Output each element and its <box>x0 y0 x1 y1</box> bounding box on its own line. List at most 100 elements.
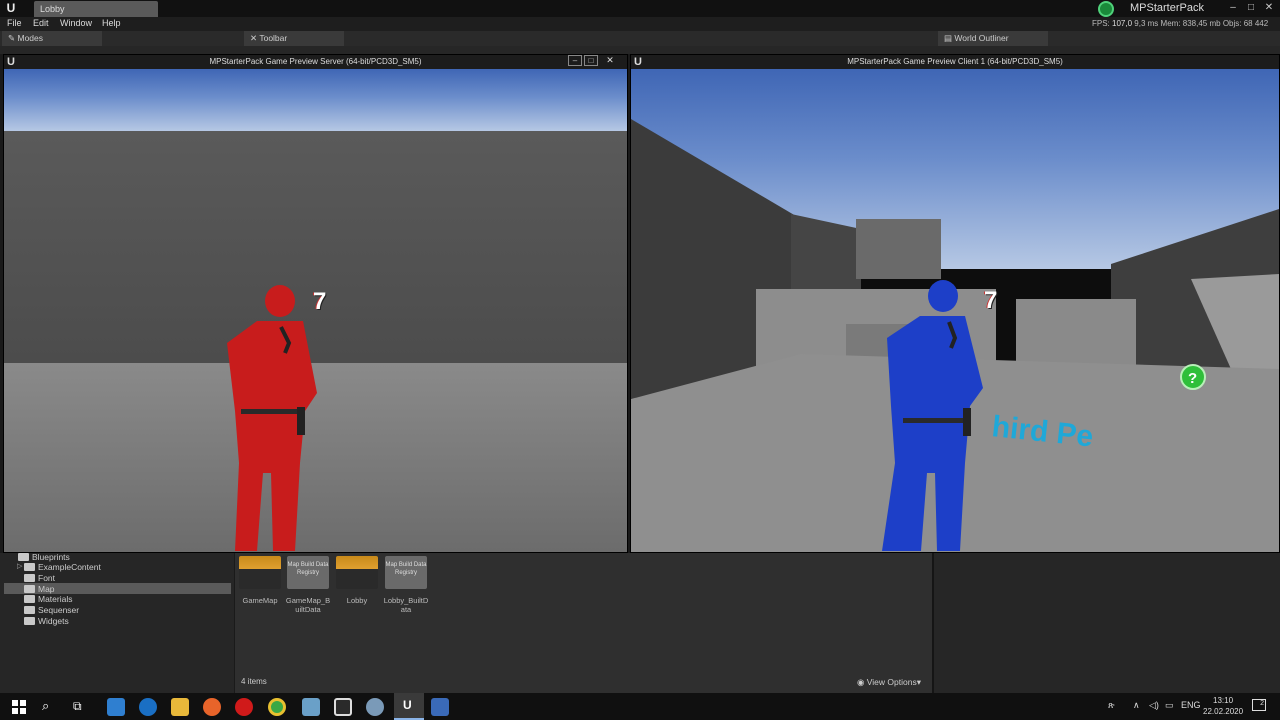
asset-gamemap-name: GameMap <box>242 596 278 605</box>
folder-icon <box>24 595 35 603</box>
client-character <box>882 280 983 551</box>
folder-sequenser-label: Sequenser <box>38 605 80 615</box>
mem-value: 838,45 mb <box>1182 19 1221 28</box>
notification-icon[interactable]: 2 <box>1252 699 1266 711</box>
windows-start-icon[interactable] <box>12 700 26 714</box>
project-icon <box>1098 1 1114 17</box>
file-explorer-icon[interactable] <box>171 698 189 716</box>
minimize-icon[interactable]: – <box>1224 0 1242 16</box>
windows-taskbar <box>0 693 1280 720</box>
asset-lobby-builtdata-thumbnail[interactable]: Map Build Data Registry <box>385 556 427 589</box>
folder-materials[interactable]: Materials <box>24 594 72 604</box>
level-tab-label: Lobby <box>40 4 65 14</box>
server-character <box>227 285 317 551</box>
language-indicator[interactable]: ENG <box>1181 700 1201 710</box>
asset-lobby-name: Lobby <box>346 596 368 605</box>
firefox-icon[interactable] <box>203 698 221 716</box>
menu-help[interactable]: Help <box>102 18 121 28</box>
folder-map-label: Map <box>38 584 55 594</box>
volume-icon[interactable]: ◁) <box>1149 700 1159 711</box>
task-view-icon[interactable]: ⧉ <box>73 699 82 714</box>
app-icon-1[interactable] <box>107 698 125 716</box>
folder-font-label: Font <box>38 573 56 583</box>
display-icon[interactable]: ▭ <box>1165 700 1174 711</box>
folder-blueprints-label: Blueprints <box>32 552 70 562</box>
client-character-gun <box>963 408 971 436</box>
close-icon[interactable]: ✕ <box>1260 0 1278 16</box>
client-window-title: MPStarterPack Game Preview Client 1 (64-… <box>631 55 1279 69</box>
asset-gamemap-builtdata-thumb-label: Map Build Data Registry <box>287 562 329 576</box>
folder-examplecontent[interactable]: ExampleContent <box>24 562 101 572</box>
folder-map[interactable]: Map <box>24 584 55 594</box>
client-ammo-counter: 7 <box>984 287 998 314</box>
asset-lobby-thumbnail[interactable] <box>336 556 378 589</box>
title-bar <box>0 0 1280 17</box>
search-icon[interactable]: ⌕ <box>42 698 49 714</box>
asset-gamemap-builtdata-name: GameMap_BuiltData <box>285 596 331 614</box>
clock-time[interactable]: 13:10 <box>1213 696 1233 705</box>
tray-up-icon[interactable]: ∧ <box>1133 700 1140 711</box>
help-marker-glyph: ? <box>1188 370 1197 387</box>
folder-icon <box>24 563 35 571</box>
menu-bar <box>0 17 1280 31</box>
unreal-logo-icon[interactable]: U <box>2 1 20 16</box>
performance-stats: FPS: 107,0 9,3 ms Mem: 838,45 mb Objs: 6… <box>1092 19 1268 28</box>
app-icon-3[interactable] <box>334 698 352 716</box>
folder-icon <box>24 617 35 625</box>
client-character-head <box>928 280 958 312</box>
view-options-button[interactable]: ◉ View Options▾ <box>857 677 921 688</box>
tab-modes-label: Modes <box>17 33 43 43</box>
tab-world-outliner[interactable]: ▤ World Outliner <box>938 31 1048 46</box>
mem-label: Mem: <box>1160 19 1181 28</box>
menu-edit[interactable]: Edit <box>33 18 49 28</box>
unreal-taskbar-button[interactable]: U <box>394 693 424 720</box>
item-count: 4 items <box>241 677 267 686</box>
server-sky <box>4 69 627 131</box>
app-icon-2[interactable] <box>302 698 320 716</box>
details-panel <box>932 553 1280 693</box>
toolbar-icon: ✕ <box>250 33 260 43</box>
server-character-body <box>227 321 317 551</box>
asset-gamemap-builtdata-thumbnail[interactable]: Map Build Data Registry <box>287 556 329 589</box>
folder-sequenser[interactable]: Sequenser <box>24 605 79 615</box>
tab-modes[interactable]: ✎ Modes <box>2 31 102 46</box>
folder-font[interactable]: Font <box>24 573 55 583</box>
network-user-icon[interactable]: ጽ <box>1108 700 1115 711</box>
eye-icon: ◉ <box>857 677 867 687</box>
clock-date[interactable]: 22.02.2020 <box>1203 707 1243 716</box>
folder-icon <box>24 585 35 593</box>
client-unreal-icon: U <box>634 56 642 68</box>
asset-gamemap-thumbnail[interactable] <box>239 556 281 589</box>
maximize-icon[interactable]: □ <box>1242 0 1260 16</box>
server-maximize-icon[interactable]: □ <box>584 55 598 66</box>
fps-label: FPS: <box>1092 19 1110 28</box>
server-unreal-icon: U <box>7 56 15 68</box>
server-close-icon[interactable]: ✕ <box>602 55 618 66</box>
edge-icon[interactable] <box>139 698 157 716</box>
asset-lobby-builtdata-name: Lobby_BuiltData <box>383 596 429 614</box>
server-character-head <box>265 285 295 317</box>
tab-toolbar[interactable]: ✕ Toolbar <box>244 31 344 46</box>
folder-icon <box>24 574 35 582</box>
folder-icon <box>24 606 35 614</box>
asset-lobby-builtdata-thumb-label: Map Build Data Registry <box>385 562 427 576</box>
menu-file[interactable]: File <box>7 18 22 28</box>
notification-count: 2 <box>1260 700 1264 707</box>
folder-blueprints[interactable]: Blueprints <box>18 552 70 562</box>
unreal-taskbar-icon: U <box>403 698 412 712</box>
folder-widgets-label: Widgets <box>38 616 69 626</box>
chrome-icon[interactable] <box>268 698 286 716</box>
client-character-belt <box>903 418 967 423</box>
app-icon-5[interactable] <box>431 698 449 716</box>
level-tab[interactable]: Lobby <box>34 1 158 17</box>
expand-arrow-icon[interactable]: ▷ <box>17 562 22 570</box>
app-icon-4[interactable] <box>366 698 384 716</box>
outliner-icon: ▤ <box>944 33 955 43</box>
opera-icon[interactable] <box>235 698 253 716</box>
server-minimize-icon[interactable]: – <box>568 55 582 66</box>
menu-window[interactable]: Window <box>60 18 92 28</box>
objs-value: 68 442 <box>1243 19 1269 28</box>
frame-time: 9,3 ms <box>1134 19 1159 28</box>
folder-widgets[interactable]: Widgets <box>24 616 69 626</box>
folder-icon <box>18 553 29 561</box>
